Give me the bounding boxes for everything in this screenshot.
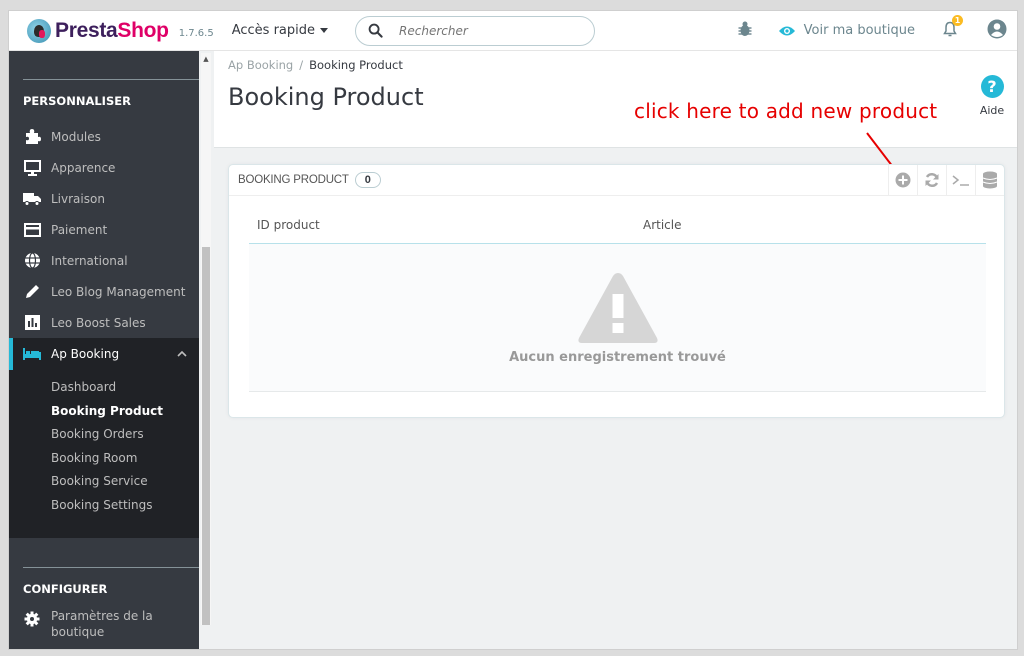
version-label: 1.7.6.5 <box>178 28 214 39</box>
record-count-badge: 0 <box>354 172 381 188</box>
column-header-id-product[interactable]: ID product <box>249 218 643 232</box>
breadcrumb: Ap Booking / Booking Product <box>228 58 403 72</box>
top-header: PrestaShop 1.7.6.5 Accès rapide Recherch… <box>9 11 1017 51</box>
table-header-row: ID product Article <box>249 207 986 244</box>
brand-shop: Shop <box>117 18 169 42</box>
section-personalize-heading: PERSONNALISER <box>23 94 131 108</box>
sidebar-divider <box>23 79 199 80</box>
ap-booking-submenu: Dashboard Booking Product Booking Orders… <box>9 370 199 526</box>
chevron-up-icon[interactable] <box>177 349 187 360</box>
search-input[interactable] <box>399 23 580 38</box>
empty-state: Aucun enregistrement trouvé <box>249 244 986 392</box>
browser-frame: PrestaShop 1.7.6.5 Accès rapide Recherch… <box>8 10 1018 650</box>
submenu-item-booking-settings[interactable]: Booking Settings <box>9 494 199 518</box>
panel-title: BOOKING PRODUCT <box>238 174 349 186</box>
annotation-text: click here to add new product <box>634 99 938 123</box>
page-title: Booking Product <box>228 83 424 111</box>
breadcrumb-current: Booking Product <box>309 58 403 72</box>
gear-icon <box>23 610 41 628</box>
scrollbar-thumb[interactable] <box>202 247 210 625</box>
sidebar-item-leo-blog[interactable]: Leo Blog Management <box>9 276 199 307</box>
terminal-icon <box>952 175 969 186</box>
refresh-icon <box>925 172 939 188</box>
warning-icon <box>577 273 658 343</box>
scroll-up-arrow-icon[interactable]: ▲ <box>201 55 211 63</box>
bed-icon <box>23 345 41 363</box>
panel-toolbar <box>888 164 1004 196</box>
sql-query-button[interactable] <box>946 164 975 196</box>
sidebar-item-appearance[interactable]: Apparence <box>9 152 199 183</box>
pencil-icon <box>23 283 41 301</box>
quick-access-dropdown[interactable]: Accès rapide <box>231 23 329 38</box>
database-icon <box>982 171 998 189</box>
prestashop-logo[interactable]: PrestaShop <box>27 18 169 43</box>
sidebar-scrollbar[interactable]: ▲ <box>201 53 211 625</box>
column-header-article[interactable]: Article <box>643 218 682 232</box>
booking-product-table: ID product Article Aucun enregistrement … <box>249 207 986 392</box>
help-label: Aide <box>979 104 1005 117</box>
sidebar-item-payment[interactable]: Paiement <box>9 214 199 245</box>
notifications-button[interactable]: 1 <box>943 14 963 41</box>
help-icon: ? <box>980 75 1004 98</box>
sidebar-item-international[interactable]: International <box>9 245 199 276</box>
refresh-button[interactable] <box>917 164 946 196</box>
search-box[interactable] <box>355 15 596 46</box>
export-database-button[interactable] <box>975 164 1004 196</box>
eye-icon <box>778 26 795 35</box>
globe-icon <box>23 252 41 270</box>
plus-circle-icon <box>895 172 911 188</box>
puzzle-icon <box>23 128 41 146</box>
submenu-item-dashboard[interactable]: Dashboard <box>9 376 199 400</box>
sidebar-item-ap-booking[interactable]: Ap Booking <box>9 338 199 370</box>
sidebar-divider <box>23 566 199 568</box>
sidebar-item-shipping[interactable]: Livraison <box>9 183 199 214</box>
panel-heading: BOOKING PRODUCT 0 <box>229 164 1004 196</box>
submenu-item-booking-product[interactable]: Booking Product <box>9 400 199 424</box>
view-shop-link[interactable]: Voir ma boutique <box>778 23 915 38</box>
empty-message: Aucun enregistrement trouvé <box>509 350 726 365</box>
breadcrumb-parent[interactable]: Ap Booking <box>228 58 293 72</box>
brand-presta: Presta <box>55 18 118 42</box>
sidebar-item-shop-parameters[interactable]: Paramètres de la boutique <box>9 608 199 644</box>
view-shop-label: Voir ma boutique <box>803 23 915 38</box>
caret-down-icon <box>320 28 329 33</box>
truck-icon <box>23 190 41 208</box>
section-configure-heading: CONFIGURER <box>23 581 108 596</box>
sidebar-item-leo-boost[interactable]: Leo Boost Sales <box>9 307 199 338</box>
puffin-logo-icon <box>27 18 51 43</box>
monitor-icon <box>23 159 41 177</box>
add-new-button[interactable] <box>888 164 917 196</box>
quick-access-label: Accès rapide <box>231 23 316 38</box>
submenu-item-booking-room[interactable]: Booking Room <box>9 447 199 471</box>
bar-chart-icon <box>23 314 41 332</box>
bug-icon[interactable] <box>738 21 752 41</box>
credit-card-icon <box>23 221 41 239</box>
notification-badge: 1 <box>952 14 963 26</box>
help-button[interactable]: ? Aide <box>977 75 1007 117</box>
user-account-icon[interactable] <box>987 19 1007 43</box>
submenu-item-booking-service[interactable]: Booking Service <box>9 470 199 494</box>
search-icon[interactable] <box>368 23 383 38</box>
booking-product-panel: BOOKING PRODUCT 0 ID product Article Auc… <box>228 164 1005 418</box>
submenu-item-booking-orders[interactable]: Booking Orders <box>9 423 199 447</box>
sidebar-item-modules[interactable]: Modules <box>9 121 199 152</box>
sidebar-nav: PERSONNALISER Modules Apparence Livraiso… <box>9 51 199 649</box>
